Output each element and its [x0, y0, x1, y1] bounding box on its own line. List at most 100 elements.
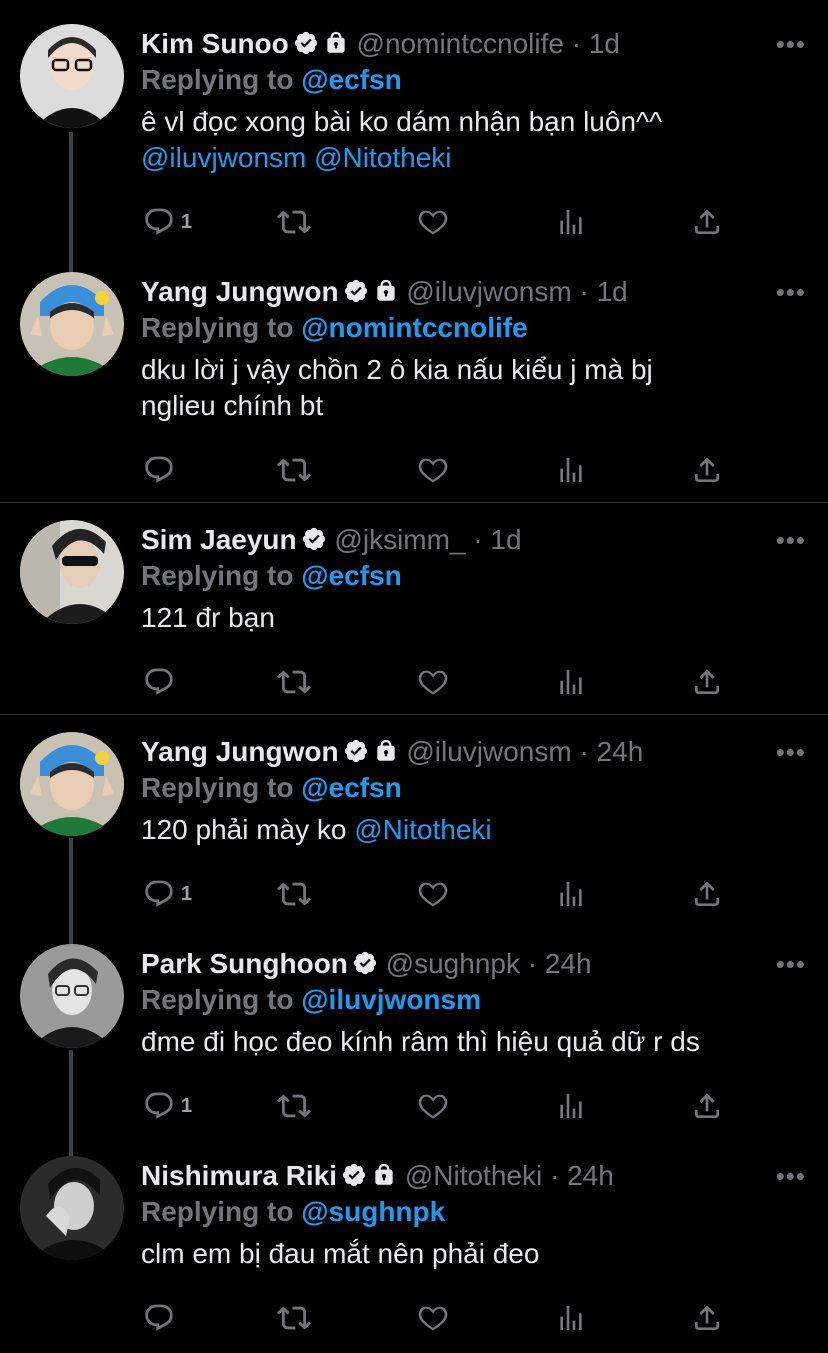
- author-handle[interactable]: @Nitotheki: [405, 1160, 542, 1191]
- retweet-button[interactable]: [277, 662, 311, 702]
- share-button[interactable]: [691, 202, 723, 242]
- more-options-icon[interactable]: •••: [776, 1158, 806, 1194]
- author-name[interactable]: Nishimura Riki: [141, 1160, 337, 1191]
- avatar[interactable]: [20, 944, 124, 1048]
- timestamp[interactable]: 1d: [490, 524, 521, 555]
- verified-badge-icon: [293, 29, 319, 65]
- tweet[interactable]: Yang Jungwon @iluvjwonsm · 24h ••• Reply…: [0, 732, 828, 924]
- retweet-button[interactable]: [277, 1298, 311, 1338]
- replying-to: Replying to @nomintccnolife: [141, 310, 804, 346]
- like-button[interactable]: [416, 1086, 450, 1126]
- tweet-text-line: clm em bị đau mắt nên phải đeo: [141, 1238, 540, 1269]
- mention-link[interactable]: @Nitotheki: [354, 814, 491, 845]
- tweet-text-line: dku lời j vậy chồn 2 ô kia nấu kiểu j mà…: [141, 354, 653, 385]
- author-name[interactable]: Sim Jaeyun: [141, 524, 297, 555]
- more-options-icon[interactable]: •••: [776, 522, 806, 558]
- retweet-button[interactable]: [277, 450, 311, 490]
- mention-link[interactable]: @ecfsn: [301, 64, 401, 95]
- views-button[interactable]: [555, 874, 587, 914]
- views-button[interactable]: [555, 1086, 587, 1126]
- reply-icon: [143, 878, 175, 910]
- tweet[interactable]: Sim Jaeyun @jksimm_ · 1d ••• Replying to…: [0, 520, 828, 712]
- mention-link[interactable]: @nomintccnolife: [301, 312, 527, 343]
- views-button[interactable]: [555, 450, 587, 490]
- avatar[interactable]: [20, 732, 124, 836]
- like-button[interactable]: [416, 202, 450, 242]
- mention-link[interactable]: @sughnpk: [301, 1196, 445, 1227]
- reply-button[interactable]: [143, 662, 181, 702]
- mention-link[interactable]: @ecfsn: [301, 772, 401, 803]
- replying-to: Replying to @sughnpk: [141, 1194, 804, 1230]
- tweet[interactable]: Park Sunghoon @sughnpk · 24h ••• Replyin…: [0, 944, 828, 1136]
- author-handle[interactable]: @sughnpk: [386, 948, 520, 979]
- timestamp[interactable]: 24h: [567, 1160, 614, 1191]
- replying-to: Replying to @iluvjwonsm: [141, 982, 804, 1018]
- mention-link[interactable]: @iluvjwonsm: [301, 984, 481, 1015]
- share-button[interactable]: [691, 450, 723, 490]
- replying-to-label: Replying to: [141, 560, 294, 591]
- share-icon: [691, 1302, 723, 1334]
- tweet-text-line: 120 phải mày ko: [141, 814, 347, 845]
- avatar[interactable]: [20, 520, 124, 624]
- retweet-button[interactable]: [277, 1086, 311, 1126]
- reply-icon: [143, 206, 175, 238]
- retweet-icon: [277, 665, 311, 699]
- tweet[interactable]: Nishimura Riki @Nitotheki · 24h ••• Repl…: [0, 1156, 828, 1348]
- verified-badge-icon: [352, 949, 378, 985]
- share-icon: [691, 878, 723, 910]
- timestamp[interactable]: 24h: [545, 948, 592, 979]
- more-options-icon[interactable]: •••: [776, 274, 806, 310]
- reply-button[interactable]: 1: [143, 874, 192, 914]
- tweet[interactable]: Yang Jungwon @iluvjwonsm · 1d ••• Replyi…: [0, 272, 828, 502]
- retweet-icon: [277, 1089, 311, 1123]
- like-button[interactable]: [416, 450, 450, 490]
- author-name[interactable]: Yang Jungwon: [141, 736, 339, 767]
- mention-link[interactable]: @ecfsn: [301, 560, 401, 591]
- reply-button[interactable]: 1: [143, 202, 192, 242]
- author-handle[interactable]: @jksimm_: [334, 524, 465, 555]
- verified-badge-icon: [301, 525, 327, 561]
- author-handle[interactable]: @iluvjwonsm: [406, 276, 571, 307]
- reply-count: 1: [181, 1094, 193, 1117]
- avatar[interactable]: [20, 24, 124, 128]
- retweet-icon: [277, 877, 311, 911]
- more-options-icon[interactable]: •••: [776, 734, 806, 770]
- timestamp[interactable]: 24h: [597, 736, 644, 767]
- reply-count: 1: [181, 882, 193, 905]
- reply-button[interactable]: [143, 1298, 181, 1338]
- avatar[interactable]: [20, 272, 124, 376]
- author-name[interactable]: Park Sunghoon: [141, 948, 348, 979]
- author-name[interactable]: Kim Sunoo: [141, 28, 289, 59]
- heart-icon: [416, 1301, 450, 1335]
- retweet-button[interactable]: [277, 874, 311, 914]
- author-handle[interactable]: @iluvjwonsm: [406, 736, 571, 767]
- timestamp[interactable]: 1d: [597, 276, 628, 307]
- views-button[interactable]: [555, 662, 587, 702]
- replying-to-label: Replying to: [141, 1196, 294, 1227]
- tweet-text: ê vl đọc xong bài ko dám nhận bạn luôn^^…: [141, 104, 804, 176]
- share-button[interactable]: [691, 874, 723, 914]
- reply-count: 1: [181, 210, 193, 233]
- author-name[interactable]: Yang Jungwon: [141, 276, 339, 307]
- like-button[interactable]: [416, 1298, 450, 1338]
- more-options-icon[interactable]: •••: [776, 26, 806, 62]
- views-button[interactable]: [555, 202, 587, 242]
- like-button[interactable]: [416, 874, 450, 914]
- tweet-text-line: đme đi học đeo kính râm thì hiệu quả dữ …: [141, 1026, 700, 1057]
- mention-link[interactable]: @iluvjwonsm @Nitotheki: [141, 140, 804, 176]
- like-button[interactable]: [416, 662, 450, 702]
- views-button[interactable]: [555, 1298, 587, 1338]
- share-button[interactable]: [691, 1298, 723, 1338]
- share-button[interactable]: [691, 662, 723, 702]
- replying-to: Replying to @ecfsn: [141, 558, 804, 594]
- reply-button[interactable]: [143, 450, 181, 490]
- timestamp[interactable]: 1d: [589, 28, 620, 59]
- share-button[interactable]: [691, 1086, 723, 1126]
- reply-button[interactable]: 1: [143, 1086, 192, 1126]
- author-handle[interactable]: @nomintccnolife: [357, 28, 564, 59]
- reply-icon: [143, 1302, 175, 1334]
- tweet[interactable]: Kim Sunoo @nomintccnolife · 1d ••• Reply…: [0, 24, 828, 264]
- avatar[interactable]: [20, 1156, 124, 1260]
- retweet-button[interactable]: [277, 202, 311, 242]
- more-options-icon[interactable]: •••: [776, 946, 806, 982]
